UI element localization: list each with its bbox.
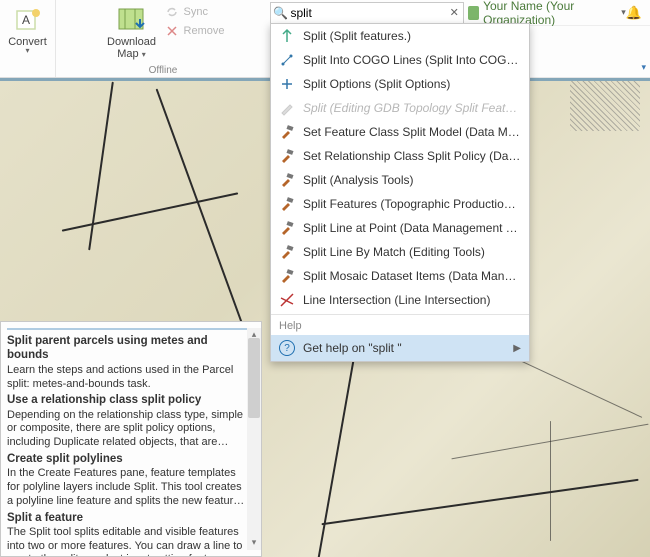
- help-result-title[interactable]: Split parent parcels using metes and bou…: [7, 334, 249, 363]
- search-result-label: Split (Editing GDB Topology Split Featur…: [303, 101, 521, 115]
- search-results-dropdown: Split (Split features.) Split Into COGO L…: [270, 23, 530, 362]
- remove-button: Remove: [164, 23, 225, 39]
- search-clear-icon[interactable]: ✕: [445, 6, 463, 19]
- dropdown-help-header: Help: [271, 317, 529, 335]
- search-result-item[interactable]: Split Options (Split Options): [271, 72, 529, 96]
- download-label1: Download: [107, 36, 156, 48]
- hammer-icon: [279, 196, 295, 212]
- remove-label: Remove: [184, 25, 225, 37]
- search-icon: 🔍: [271, 6, 290, 20]
- search-result-item[interactable]: Split Line By Match (Editing Tools): [271, 240, 529, 264]
- search-box[interactable]: 🔍 ✕: [270, 2, 464, 24]
- search-result-item[interactable]: Split Line at Point (Data Management Too…: [271, 216, 529, 240]
- search-result-label: Set Relationship Class Split Policy (Dat…: [303, 149, 521, 163]
- offline-small-buttons: Sync Remove: [164, 2, 225, 60]
- hammer-icon: [279, 172, 295, 188]
- search-result-item[interactable]: Split Into COGO Lines (Split Into COGO L…: [271, 48, 529, 72]
- notifications-icon[interactable]: 🔔: [626, 5, 642, 21]
- search-result-item[interactable]: Split Features (Topographic Production T…: [271, 192, 529, 216]
- search-result-label: Split (Split features.): [303, 29, 411, 43]
- help-pane-accent: [7, 328, 249, 330]
- sync-button: Sync: [164, 4, 225, 20]
- search-result-item[interactable]: Split (Split features.): [271, 24, 529, 48]
- ribbon-collapse-icon[interactable]: ▾: [641, 62, 646, 73]
- sync-icon: [164, 4, 180, 20]
- sync-label: Sync: [184, 6, 208, 18]
- search-result-item: Split (Editing GDB Topology Split Featur…: [271, 96, 529, 120]
- pencil-icon: [279, 100, 295, 116]
- search-input[interactable]: [290, 6, 445, 20]
- hammer-icon: [279, 244, 295, 260]
- help-result-body: The Split tool splits editable and visib…: [7, 526, 249, 557]
- offline-group-label: Offline: [149, 65, 178, 76]
- help-result-body: Depending on the relationship class type…: [7, 409, 249, 450]
- dropdown-get-help-row[interactable]: ? Get help on "split " ▶: [271, 335, 529, 361]
- lineint-icon: [279, 292, 295, 308]
- search-result-item[interactable]: Split (Analysis Tools): [271, 168, 529, 192]
- search-result-label: Set Feature Class Split Model (Data Mana…: [303, 125, 521, 139]
- split-icon: [279, 28, 295, 44]
- ribbon-group-convert: A Convert ▾: [0, 0, 56, 77]
- search-result-item[interactable]: Split Mosaic Dataset Items (Data Managem…: [271, 264, 529, 288]
- search-result-label: Split Line By Match (Editing Tools): [303, 245, 485, 259]
- ribbon-group-offline: Download Map ▾ Sync Remove Offline: [56, 0, 270, 77]
- hammer-icon: [279, 148, 295, 164]
- search-result-item[interactable]: Set Relationship Class Split Policy (Dat…: [271, 144, 529, 168]
- hammer-icon: [279, 220, 295, 236]
- search-result-label: Split Mosaic Dataset Items (Data Managem…: [303, 269, 521, 283]
- help-result-body: Learn the steps and actions used in the …: [7, 364, 249, 392]
- search-result-label: Split Options (Split Options): [303, 77, 450, 91]
- search-result-item[interactable]: Line Intersection (Line Intersection): [271, 288, 529, 312]
- download-map-button[interactable]: Download Map ▾: [102, 2, 162, 60]
- scroll-down-icon[interactable]: ▾: [247, 536, 261, 550]
- scroll-thumb[interactable]: [248, 338, 260, 418]
- hammer-icon: [279, 124, 295, 140]
- splitopt-icon: [279, 76, 295, 92]
- submenu-arrow-icon: ▶: [513, 343, 521, 354]
- help-result-body: In the Create Features pane, feature tem…: [7, 467, 249, 508]
- dropdown-help-label: Get help on "split ": [303, 341, 402, 355]
- help-results-pane: Split parent parcels using metes and bou…: [0, 321, 262, 557]
- remove-icon: [164, 23, 180, 39]
- hammer-icon: [279, 268, 295, 284]
- cogo-icon: [279, 52, 295, 68]
- search-result-label: Split (Analysis Tools): [303, 173, 413, 187]
- convert-button[interactable]: A Convert ▾: [3, 2, 53, 60]
- help-result-title[interactable]: Split a feature: [7, 511, 249, 525]
- svg-text:A: A: [21, 13, 29, 27]
- ribbon: A Convert ▾ Download Map ▾ Sync: [0, 0, 270, 78]
- convert-icon: A: [12, 4, 44, 36]
- search-result-label: Split Line at Point (Data Management Too…: [303, 221, 521, 235]
- search-result-label: Split Into COGO Lines (Split Into COGO L…: [303, 53, 521, 67]
- download-drop-icon: ▾: [142, 50, 146, 59]
- help-result-title[interactable]: Use a relationship class split policy: [7, 393, 249, 407]
- convert-drop-icon: ▾: [25, 48, 29, 54]
- user-avatar-icon: [468, 6, 479, 20]
- help-icon: ?: [279, 340, 295, 356]
- search-result-label: Split Features (Topographic Production T…: [303, 197, 521, 211]
- dropdown-separator: [271, 314, 529, 315]
- download-map-icon: [116, 4, 148, 36]
- help-scrollbar[interactable]: ▴ ▾: [247, 328, 261, 550]
- search-result-label: Line Intersection (Line Intersection): [303, 293, 490, 307]
- help-result-title[interactable]: Create split polylines: [7, 452, 249, 466]
- download-label2: Map: [117, 48, 138, 60]
- search-result-item[interactable]: Set Feature Class Split Model (Data Mana…: [271, 120, 529, 144]
